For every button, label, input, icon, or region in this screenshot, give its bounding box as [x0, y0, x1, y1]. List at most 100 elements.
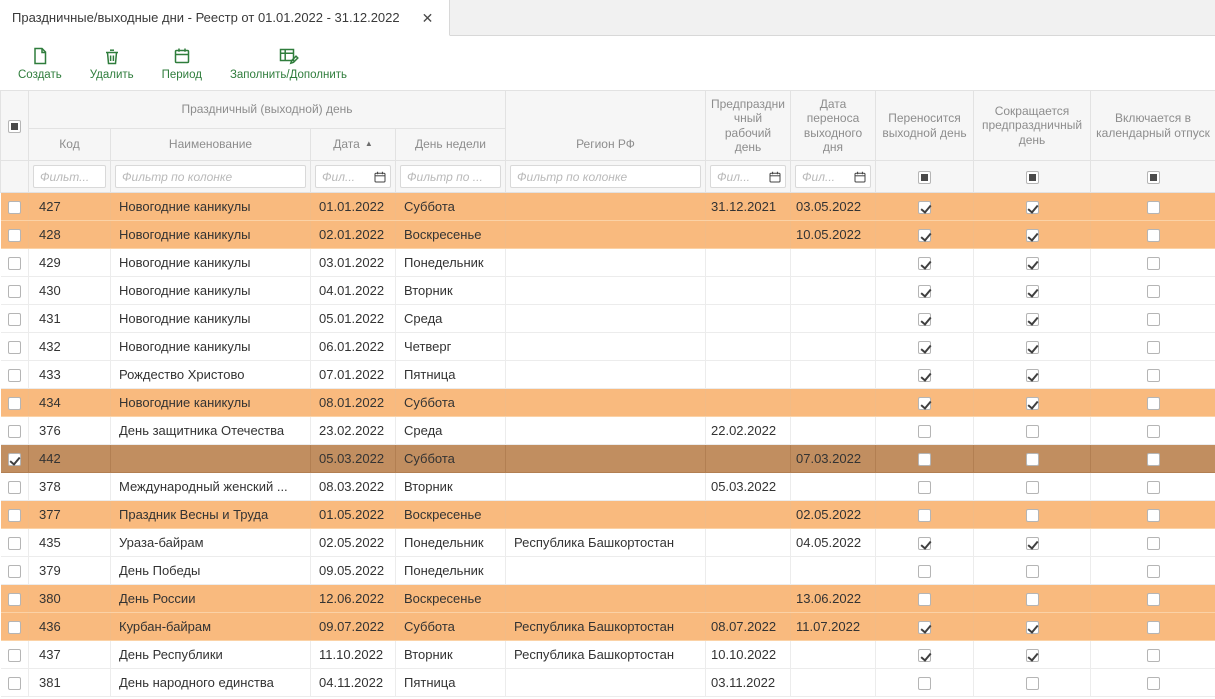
checkbox[interactable] [1147, 453, 1160, 466]
checkbox[interactable] [1026, 369, 1039, 382]
vacation-flag-cell[interactable] [1091, 669, 1215, 697]
checkbox[interactable] [1147, 341, 1160, 354]
column-header-date[interactable]: Дата▲ [311, 129, 396, 161]
checkbox[interactable] [8, 593, 21, 606]
vacation-flag-cell[interactable] [1091, 557, 1215, 585]
short-flag-filter-checkbox[interactable] [1026, 171, 1039, 184]
vacation-flag-cell[interactable] [1091, 473, 1215, 501]
checkbox[interactable] [918, 593, 931, 606]
checkbox[interactable] [1026, 537, 1039, 550]
row-select-cell[interactable] [1, 585, 29, 613]
table-row[interactable]: 431Новогодние каникулы05.01.2022Среда [1, 305, 1215, 333]
vacation-flag-cell[interactable] [1091, 249, 1215, 277]
short-flag-cell[interactable] [974, 277, 1091, 305]
checkbox[interactable] [1147, 313, 1160, 326]
vacation-flag-cell[interactable] [1091, 305, 1215, 333]
checkbox[interactable] [1147, 649, 1160, 662]
checkbox[interactable] [1026, 621, 1039, 634]
checkbox[interactable] [8, 481, 21, 494]
checkbox[interactable] [918, 509, 931, 522]
row-select-cell[interactable] [1, 501, 29, 529]
vacation-flag-cell[interactable] [1091, 277, 1215, 305]
checkbox[interactable] [8, 565, 21, 578]
short-flag-cell[interactable] [974, 193, 1091, 221]
transfer-flag-cell[interactable] [876, 305, 974, 333]
checkbox[interactable] [1026, 201, 1039, 214]
checkbox[interactable] [1026, 257, 1039, 270]
table-row[interactable]: 44205.03.2022Суббота07.03.2022 [1, 445, 1215, 473]
short-flag-cell[interactable] [974, 361, 1091, 389]
row-select-cell[interactable] [1, 193, 29, 221]
short-flag-cell[interactable] [974, 585, 1091, 613]
vacation-flag-cell[interactable] [1091, 333, 1215, 361]
fill-append-button[interactable]: Заполнить/Дополнить [220, 42, 357, 84]
column-header-weekday[interactable]: День недели [396, 129, 506, 161]
checkbox[interactable] [1147, 621, 1160, 634]
row-select-cell[interactable] [1, 221, 29, 249]
checkbox[interactable] [918, 313, 931, 326]
transfer-flag-cell[interactable] [876, 557, 974, 585]
short-flag-cell[interactable] [974, 305, 1091, 333]
row-select-cell[interactable] [1, 249, 29, 277]
checkbox[interactable] [8, 621, 21, 634]
checkbox[interactable] [918, 481, 931, 494]
short-flag-cell[interactable] [974, 249, 1091, 277]
row-select-cell[interactable] [1, 389, 29, 417]
vacation-flag-cell[interactable] [1091, 417, 1215, 445]
tab-holidays-registry[interactable]: Праздничные/выходные дни - Реестр от 01.… [0, 0, 450, 36]
transfer-flag-cell[interactable] [876, 417, 974, 445]
short-flag-cell[interactable] [974, 221, 1091, 249]
checkbox[interactable] [918, 621, 931, 634]
checkbox[interactable] [1026, 481, 1039, 494]
short-flag-cell[interactable] [974, 473, 1091, 501]
checkbox[interactable] [8, 369, 21, 382]
table-row[interactable]: 430Новогодние каникулы04.01.2022Вторник [1, 277, 1215, 305]
checkbox[interactable] [1026, 313, 1039, 326]
column-header-code[interactable]: Код [29, 129, 111, 161]
transfer-flag-cell[interactable] [876, 333, 974, 361]
row-select-cell[interactable] [1, 473, 29, 501]
checkbox[interactable] [1147, 369, 1160, 382]
row-select-cell[interactable] [1, 361, 29, 389]
transfer-flag-cell[interactable] [876, 641, 974, 669]
checkbox[interactable] [918, 341, 931, 354]
vacation-flag-cell[interactable] [1091, 389, 1215, 417]
checkbox[interactable] [8, 285, 21, 298]
checkbox[interactable] [1026, 341, 1039, 354]
checkbox[interactable] [1147, 565, 1160, 578]
table-row[interactable]: 436Курбан-байрам09.07.2022СубботаРеспубл… [1, 613, 1215, 641]
column-header-short-flag[interactable]: Сокращается предпраздничный день [974, 91, 1091, 161]
vacation-flag-cell[interactable] [1091, 221, 1215, 249]
checkbox[interactable] [1026, 229, 1039, 242]
transfer-date-filter-input[interactable] [795, 165, 871, 188]
checkbox[interactable] [1026, 453, 1039, 466]
preholiday-filter-input[interactable] [710, 165, 786, 188]
checkbox[interactable] [1026, 509, 1039, 522]
checkbox[interactable] [1147, 285, 1160, 298]
transfer-flag-cell[interactable] [876, 389, 974, 417]
table-row[interactable]: 377Праздник Весны и Труда01.05.2022Воскр… [1, 501, 1215, 529]
row-select-cell[interactable] [1, 641, 29, 669]
checkbox[interactable] [8, 201, 21, 214]
short-flag-cell[interactable] [974, 417, 1091, 445]
short-flag-cell[interactable] [974, 333, 1091, 361]
row-select-cell[interactable] [1, 333, 29, 361]
vacation-flag-cell[interactable] [1091, 445, 1215, 473]
vacation-flag-cell[interactable] [1091, 501, 1215, 529]
row-select-cell[interactable] [1, 277, 29, 305]
row-select-cell[interactable] [1, 557, 29, 585]
table-row[interactable]: 428Новогодние каникулы02.01.2022Воскресе… [1, 221, 1215, 249]
row-select-cell[interactable] [1, 305, 29, 333]
short-flag-cell[interactable] [974, 557, 1091, 585]
checkbox[interactable] [1026, 397, 1039, 410]
short-flag-cell[interactable] [974, 613, 1091, 641]
checkbox[interactable] [1026, 677, 1039, 690]
transfer-flag-cell[interactable] [876, 473, 974, 501]
checkbox[interactable] [8, 649, 21, 662]
short-flag-cell[interactable] [974, 641, 1091, 669]
column-header-vacation-flag[interactable]: Включается в календарный отпуск [1091, 91, 1215, 161]
transfer-flag-filter-checkbox[interactable] [918, 171, 931, 184]
period-button[interactable]: Период [152, 42, 212, 84]
checkbox[interactable] [1147, 593, 1160, 606]
transfer-flag-cell[interactable] [876, 221, 974, 249]
